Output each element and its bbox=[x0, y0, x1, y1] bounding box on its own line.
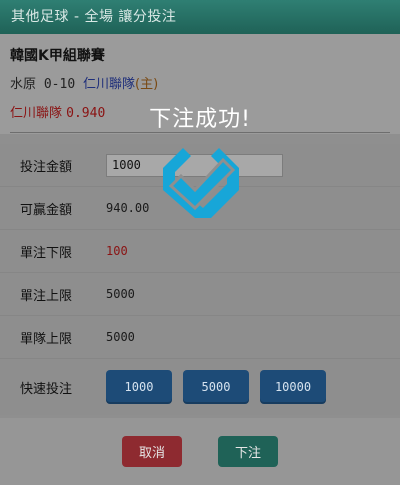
max-label: 單注上限 bbox=[20, 288, 73, 304]
min-row: 單注下限 100 bbox=[0, 230, 400, 273]
page-header: 其他足球 - 全場 讓分投注 bbox=[0, 0, 400, 34]
action-bar: 取消 下注 bbox=[0, 418, 400, 485]
quick-label: 快速投注 bbox=[20, 381, 73, 397]
max-row: 單注上限 5000 bbox=[0, 273, 400, 316]
divider bbox=[10, 132, 390, 133]
team-max-label: 單隊上限 bbox=[20, 331, 73, 347]
home-marker: (主) bbox=[135, 77, 159, 92]
amount-label: 投注金額 bbox=[20, 159, 73, 175]
quick-bet-row: 快速投注 1000 5000 10000 bbox=[0, 359, 400, 415]
win-value: 940.00 bbox=[106, 201, 150, 215]
max-value: 5000 bbox=[106, 287, 135, 301]
quick-bet-1000-button[interactable]: 1000 bbox=[106, 370, 172, 404]
page-title: 其他足球 - 全場 讓分投注 bbox=[11, 9, 177, 25]
home-team: 水原 bbox=[10, 77, 37, 92]
submit-button[interactable]: 下注 bbox=[218, 436, 278, 467]
win-row: 可贏金額 940.00 bbox=[0, 187, 400, 230]
team-max-value: 5000 bbox=[106, 330, 135, 344]
cancel-button[interactable]: 取消 bbox=[122, 436, 182, 467]
selection-line: 仁川聯隊 0.940 bbox=[10, 102, 390, 121]
win-label: 可贏金額 bbox=[20, 202, 73, 218]
quick-bet-5000-button[interactable]: 5000 bbox=[183, 370, 249, 404]
match-line: 水原 0-10 仁川聯隊(主) bbox=[10, 73, 390, 92]
quick-bet-10000-button[interactable]: 10000 bbox=[260, 370, 326, 404]
odds-value: 0.940 bbox=[66, 106, 106, 121]
bet-form: 投注金額 可贏金額 940.00 單注下限 100 單注上限 5000 單隊上限… bbox=[0, 144, 400, 415]
amount-row: 投注金額 bbox=[0, 144, 400, 187]
selected-team: 仁川聯隊 bbox=[10, 106, 63, 121]
match-info: 韓國K甲組聯賽 水原 0-10 仁川聯隊(主) 仁川聯隊 0.940 bbox=[0, 34, 400, 134]
league-name: 韓國K甲組聯賽 bbox=[10, 48, 105, 64]
min-value: 100 bbox=[106, 244, 128, 258]
team-max-row: 單隊上限 5000 bbox=[0, 316, 400, 359]
away-team: 仁川聯隊 bbox=[82, 77, 135, 92]
handicap: 0-10 bbox=[43, 77, 76, 92]
amount-input[interactable] bbox=[106, 153, 283, 177]
min-label: 單注下限 bbox=[20, 245, 73, 261]
